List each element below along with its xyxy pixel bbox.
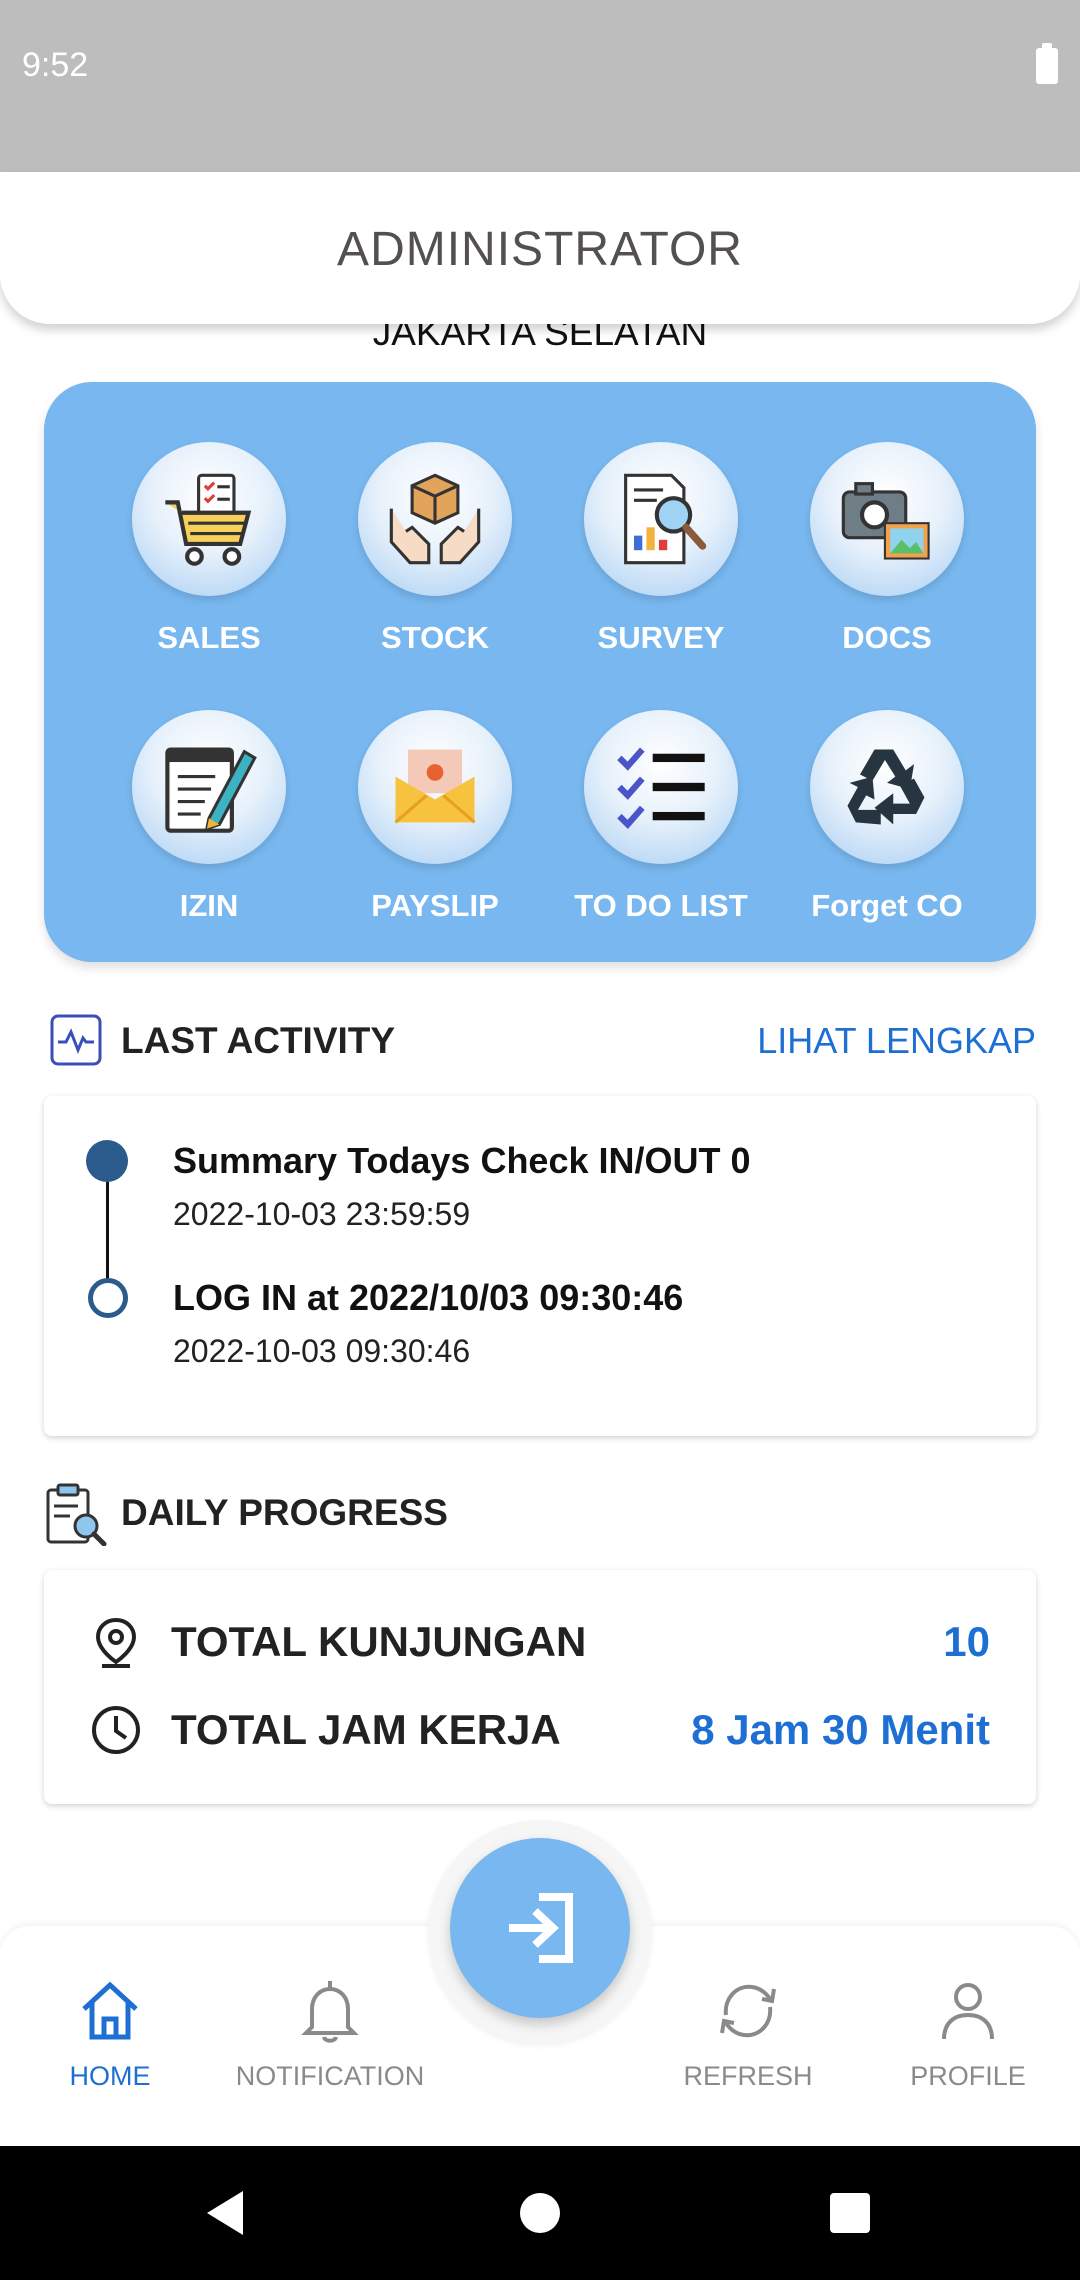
status-bar: 9:52 xyxy=(0,0,1080,172)
menu-item-forget-co[interactable]: Forget CO xyxy=(774,710,1000,924)
clock-icon xyxy=(92,1706,140,1754)
nav-profile[interactable]: PROFILE xyxy=(868,1975,1068,2092)
total-visits-value: 10 xyxy=(943,1618,990,1665)
user-icon xyxy=(942,1983,994,2040)
recents-square-icon xyxy=(830,2193,870,2233)
menu-label: SURVEY xyxy=(597,620,725,655)
menu-label: PAYSLIP xyxy=(371,888,499,923)
battery-icon xyxy=(1036,43,1058,84)
activity-pulse-icon xyxy=(50,1014,102,1066)
total-visits-label: TOTAL KUNJUNGAN xyxy=(171,1618,587,1665)
section-title: DAILY PROGRESS xyxy=(121,1492,448,1533)
menu-label: TO DO LIST xyxy=(574,888,748,923)
location-pin-icon xyxy=(95,1617,137,1668)
timeline-dot xyxy=(86,1140,128,1182)
home-system-button[interactable] xyxy=(495,2146,585,2280)
activity-time: 2022-10-03 23:59:59 xyxy=(173,1196,471,1232)
status-time: 9:52 xyxy=(22,46,89,84)
activity-title: LOG IN at 2022/10/03 09:30:46 xyxy=(173,1277,684,1318)
nav-label: NOTIFICATION xyxy=(235,2061,425,2091)
clipboard-search-icon xyxy=(46,1483,107,1546)
shopping-cart-icon xyxy=(165,473,252,566)
section-title: LAST ACTIVITY xyxy=(121,1020,396,1061)
report-magnifier-icon xyxy=(624,473,707,565)
nav-home[interactable]: HOME xyxy=(10,1975,210,2092)
check-in-button[interactable] xyxy=(450,1838,630,2018)
box-in-hands-icon xyxy=(389,473,481,565)
nav-refresh[interactable]: REFRESH xyxy=(648,1975,848,2092)
bell-icon xyxy=(301,1981,359,2043)
todo-button[interactable] xyxy=(584,710,738,864)
total-hours-value: 8 Jam 30 Menit xyxy=(691,1706,990,1753)
last-activity-header: LAST ACTIVITY LIHAT LENGKAP xyxy=(44,1010,1036,1070)
izin-button[interactable] xyxy=(132,710,286,864)
sales-button[interactable] xyxy=(132,442,286,596)
forget-co-button[interactable] xyxy=(810,710,964,864)
recents-button[interactable] xyxy=(805,2146,895,2280)
menu-item-stock[interactable]: STOCK xyxy=(322,442,548,656)
progress-card xyxy=(44,1570,1036,1804)
home-circle-icon xyxy=(520,2193,560,2233)
sign-in-icon xyxy=(509,1893,573,1963)
nav-label: PROFILE xyxy=(910,2061,1026,2091)
page-title: ADMINISTRATOR xyxy=(337,223,743,276)
menu-item-todo[interactable]: TO DO LIST xyxy=(548,710,774,924)
daily-progress-header: DAILY PROGRESS xyxy=(44,1482,1036,1546)
activity-time: 2022-10-03 09:30:46 xyxy=(173,1333,471,1369)
envelope-money-icon xyxy=(394,749,476,824)
menu-item-sales[interactable]: SALES xyxy=(96,442,322,656)
app-header: ADMINISTRATOR xyxy=(0,172,1080,324)
activity-title: Summary Todays Check IN/OUT 0 xyxy=(173,1140,751,1181)
menu-item-izin[interactable]: IZIN xyxy=(96,710,322,924)
notepad-pencil-icon xyxy=(165,747,257,833)
survey-button[interactable] xyxy=(584,442,738,596)
stock-button[interactable] xyxy=(358,442,512,596)
nav-label: REFRESH xyxy=(683,2061,813,2091)
nav-label: HOME xyxy=(69,2061,151,2091)
menu-item-docs[interactable]: DOCS xyxy=(774,442,1000,656)
menu-item-survey[interactable]: SURVEY xyxy=(548,442,774,656)
menu-label: SALES xyxy=(157,620,261,655)
recycle-icon xyxy=(847,749,925,825)
refresh-icon xyxy=(720,1984,776,2038)
home-icon xyxy=(82,1981,138,2040)
menu-label: DOCS xyxy=(842,620,932,655)
menu-label: STOCK xyxy=(381,620,489,655)
menu-label: IZIN xyxy=(179,888,239,923)
nav-notification[interactable]: NOTIFICATION xyxy=(230,1975,430,2092)
checklist-icon xyxy=(617,747,705,830)
timeline-dot xyxy=(88,1278,128,1318)
back-button[interactable] xyxy=(180,2146,270,2280)
payslip-button[interactable] xyxy=(358,710,512,864)
docs-button[interactable] xyxy=(810,442,964,596)
total-hours-label: TOTAL JAM KERJA xyxy=(171,1706,561,1753)
see-all-link[interactable]: LIHAT LENGKAP xyxy=(757,1020,1036,1062)
camera-photo-icon xyxy=(841,482,930,560)
menu-label: Forget CO xyxy=(811,888,963,923)
back-triangle-icon xyxy=(207,2191,243,2235)
menu-item-payslip[interactable]: PAYSLIP xyxy=(322,710,548,924)
system-nav-bar xyxy=(0,2146,1080,2280)
menu-panel: SALES STOCK SURVEY DOCS IZIN PAYSLIP TO … xyxy=(44,382,1036,962)
